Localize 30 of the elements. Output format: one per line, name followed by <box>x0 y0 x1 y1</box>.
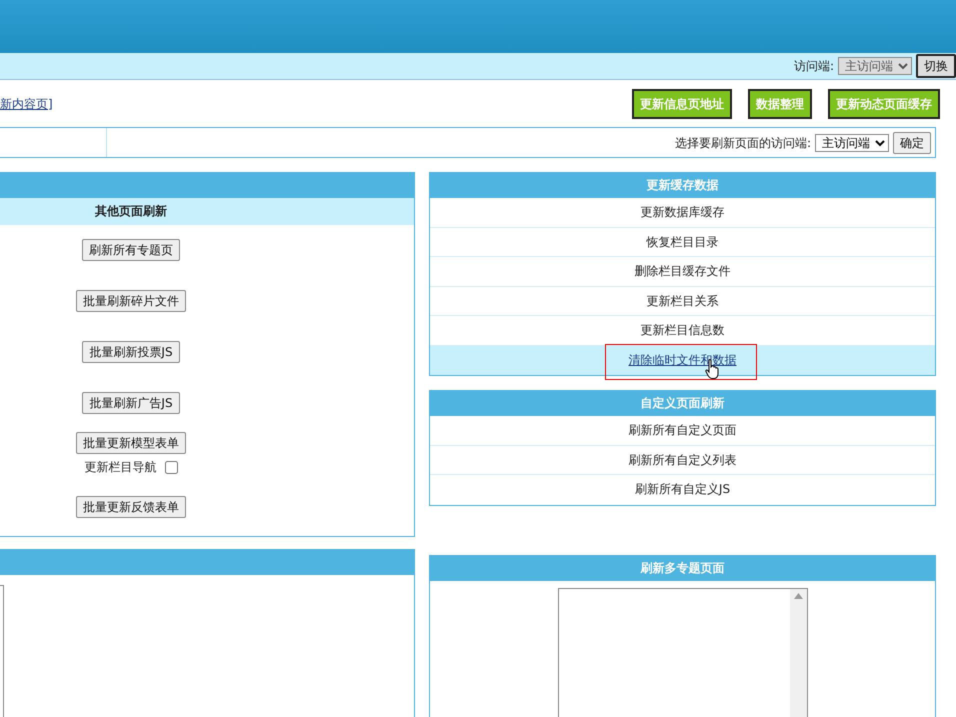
menu-link[interactable]: 刷新所有自定义页面 <box>628 423 736 437</box>
filter-label: 选择要刷新页面的访问端: <box>674 134 811 152</box>
refresh-button[interactable]: 批量更新模型表单 <box>76 432 186 454</box>
checkbox-label: 更新栏目导航 <box>84 459 156 476</box>
refresh-button[interactable]: 刷新所有专题页 <box>82 239 180 261</box>
breadcrumb-link[interactable]: 新内容页] <box>0 94 53 112</box>
section-title: 其他页面刷新 <box>95 204 167 218</box>
topic-list-field[interactable] <box>558 588 808 717</box>
menu-link[interactable]: 更新栏目信息数 <box>640 323 724 337</box>
refresh-button[interactable]: 批量刷新广告JS <box>82 392 180 414</box>
menu-link[interactable]: 更新数据库缓存 <box>640 205 724 219</box>
refresh-button[interactable]: 批量更新反馈表单 <box>76 496 186 518</box>
scroll-up-icon[interactable] <box>794 592 802 598</box>
scrollbar[interactable] <box>790 588 806 717</box>
panel-title: 更新缓存数据 <box>430 173 935 198</box>
menu-link[interactable]: 恢复栏目目录 <box>646 234 718 248</box>
panel-title: 刷新多专题页面 <box>430 556 935 580</box>
refresh-button[interactable]: 批量刷新碎片文件 <box>76 290 186 312</box>
panel-title: 自定义页面刷新 <box>430 391 935 416</box>
menu-link[interactable]: 删除栏目缓存文件 <box>634 264 730 278</box>
list-field[interactable] <box>0 585 4 717</box>
refresh-button[interactable]: 批量刷新投票JS <box>82 341 180 363</box>
access-select[interactable]: 主访问端 <box>815 134 889 152</box>
switch-button[interactable]: 切换 <box>916 54 956 78</box>
menu-link[interactable]: 刷新所有自定义列表 <box>628 452 736 466</box>
menu-link[interactable]: 刷新所有自定义JS <box>634 482 730 496</box>
access-label: 访问端: <box>794 58 834 75</box>
menu-link[interactable]: 更新栏目关系 <box>646 294 718 308</box>
checkbox[interactable] <box>164 460 178 474</box>
confirm-button[interactable]: 确定 <box>893 132 931 154</box>
